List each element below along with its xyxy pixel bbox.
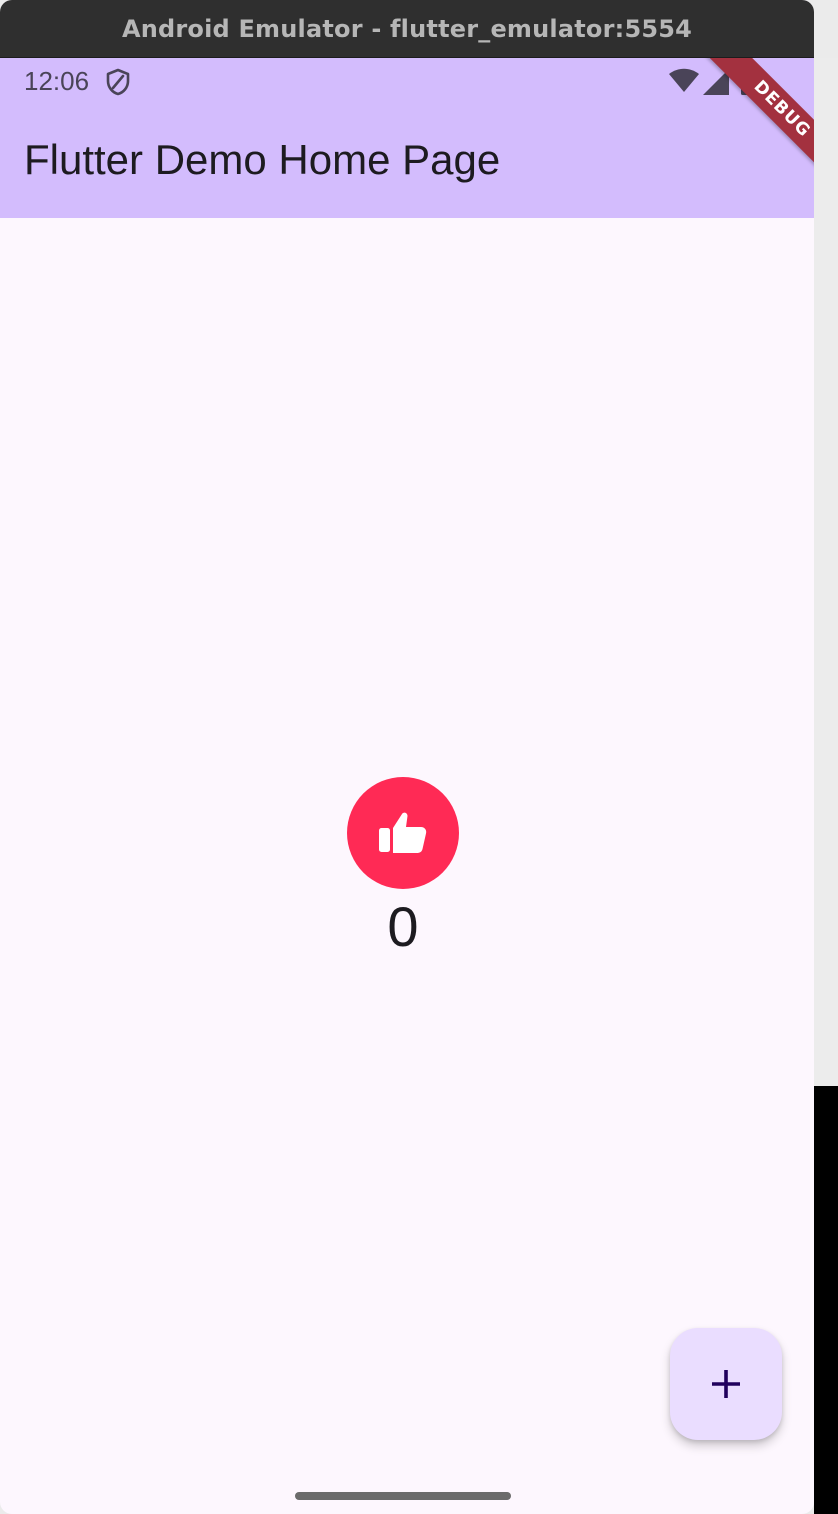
- like-button[interactable]: [347, 777, 459, 889]
- desktop-background-dark: [814, 1086, 838, 1514]
- plus-icon: [712, 1370, 740, 1398]
- debug-banner: DEBUG: [700, 58, 814, 191]
- page-title: Flutter Demo Home Page: [24, 136, 501, 183]
- shield-icon: [106, 68, 130, 96]
- window-title: Android Emulator - flutter_emulator:5554: [121, 14, 693, 43]
- gesture-navigation-handle[interactable]: [295, 1492, 511, 1500]
- status-time: 12:06: [24, 66, 90, 96]
- desktop-background: [814, 58, 838, 1086]
- emulator-window: Android Emulator - flutter_emulator:5554…: [0, 0, 814, 1514]
- add-fab-button[interactable]: [670, 1328, 782, 1440]
- debug-banner-area: DEBUG: [654, 58, 814, 218]
- counter-value: 0: [387, 895, 419, 958]
- thumbs-up-icon: [379, 812, 427, 853]
- window-titlebar[interactable]: Android Emulator - flutter_emulator:5554: [0, 0, 814, 58]
